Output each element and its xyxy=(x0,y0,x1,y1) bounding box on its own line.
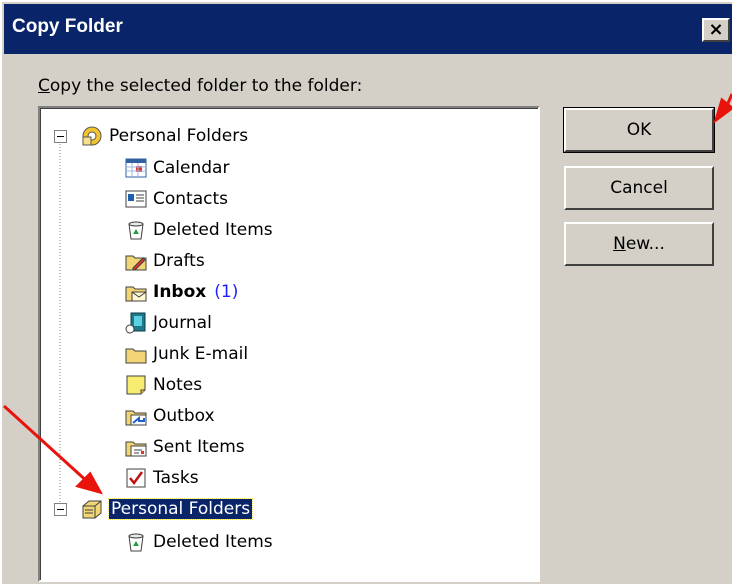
deleted-items-icon xyxy=(128,221,144,240)
ok-button-label: OK xyxy=(626,120,652,140)
tree-item-calendar[interactable]: Calendar xyxy=(124,152,229,184)
tree-item-label-selected: Personal Folders xyxy=(107,498,254,520)
tasks-icon xyxy=(126,468,146,488)
prompt-accelerator: C xyxy=(38,76,50,96)
tree-item-personal-folders[interactable]: Personal Folders xyxy=(80,120,248,152)
ok-button[interactable]: OK xyxy=(563,107,715,153)
prompt-label: Copy the selected folder to the folder: xyxy=(38,76,362,96)
collapse-toggle-root1[interactable] xyxy=(54,130,67,143)
new-folder-button[interactable]: New... xyxy=(564,222,714,266)
tree-item-label: Deleted Items xyxy=(153,220,273,240)
tree-item-notes[interactable]: Notes xyxy=(124,369,202,401)
outbox-icon xyxy=(125,410,147,426)
personal-folders-icon xyxy=(82,500,102,519)
tree-item-drafts[interactable]: Drafts xyxy=(124,245,205,277)
tree-item-sent-items[interactable]: Sent Items xyxy=(124,431,245,463)
tree-item-label: Inbox xyxy=(153,282,207,302)
calendar-icon xyxy=(125,158,147,178)
new-button-text: ew... xyxy=(625,234,665,254)
tree-item-label: Contacts xyxy=(153,189,228,209)
tree-item-label: Personal Folders xyxy=(109,126,249,146)
sent-items-icon xyxy=(125,441,147,457)
folder-icon xyxy=(125,348,147,364)
tree-item-deleted-items[interactable]: Deleted Items xyxy=(124,214,273,246)
drafts-icon xyxy=(125,255,147,271)
new-button-accelerator: N xyxy=(613,234,626,254)
unread-count: (1) xyxy=(214,282,239,302)
tree-item-deleted-items-2[interactable]: Deleted Items xyxy=(124,526,273,558)
collapse-toggle-root2[interactable] xyxy=(54,503,67,516)
prompt-text: opy the selected folder to the folder: xyxy=(49,76,363,96)
tree-item-label: Outbox xyxy=(153,406,215,426)
dialog-title: Copy Folder xyxy=(12,16,123,37)
deleted-items-icon xyxy=(128,533,144,552)
folder-tree[interactable]: Personal Folders Calendar Contacts Delet… xyxy=(38,106,540,582)
close-icon: × xyxy=(708,19,724,40)
notes-icon xyxy=(126,375,146,395)
tree-item-label: Junk E-mail xyxy=(153,344,249,364)
new-button-label: New... xyxy=(613,234,665,254)
close-button[interactable]: × xyxy=(702,18,730,42)
tree-item-contacts[interactable]: Contacts xyxy=(124,183,228,215)
tree-item-inbox[interactable]: Inbox (1) xyxy=(124,276,238,308)
tree-item-tasks[interactable]: Tasks xyxy=(124,462,199,494)
inbox-icon xyxy=(125,286,147,302)
title-bar: Copy Folder × xyxy=(4,4,732,54)
tree-item-label: Notes xyxy=(153,375,203,395)
contacts-icon xyxy=(125,190,147,208)
tree-item-journal[interactable]: Journal xyxy=(124,307,212,339)
tree-item-label: Calendar xyxy=(153,158,230,178)
tree-item-junk-email[interactable]: Junk E-mail xyxy=(124,338,248,370)
tree-item-label: Tasks xyxy=(153,468,199,488)
journal-icon xyxy=(125,312,146,334)
copy-folder-dialog: Copy Folder × Copy the selected folder t… xyxy=(0,0,732,584)
cancel-button-label: Cancel xyxy=(610,178,668,198)
tree-item-label: Sent Items xyxy=(153,437,245,457)
tree-item-label: Journal xyxy=(153,313,212,333)
tree-item-personal-folders-2[interactable]: Personal Folders xyxy=(80,493,254,525)
tree-item-label: Drafts xyxy=(153,251,205,271)
tree-item-outbox[interactable]: Outbox xyxy=(124,400,215,432)
cancel-button[interactable]: Cancel xyxy=(564,166,714,210)
tree-item-label: Deleted Items xyxy=(153,532,273,552)
personal-folders-icon xyxy=(82,126,102,146)
